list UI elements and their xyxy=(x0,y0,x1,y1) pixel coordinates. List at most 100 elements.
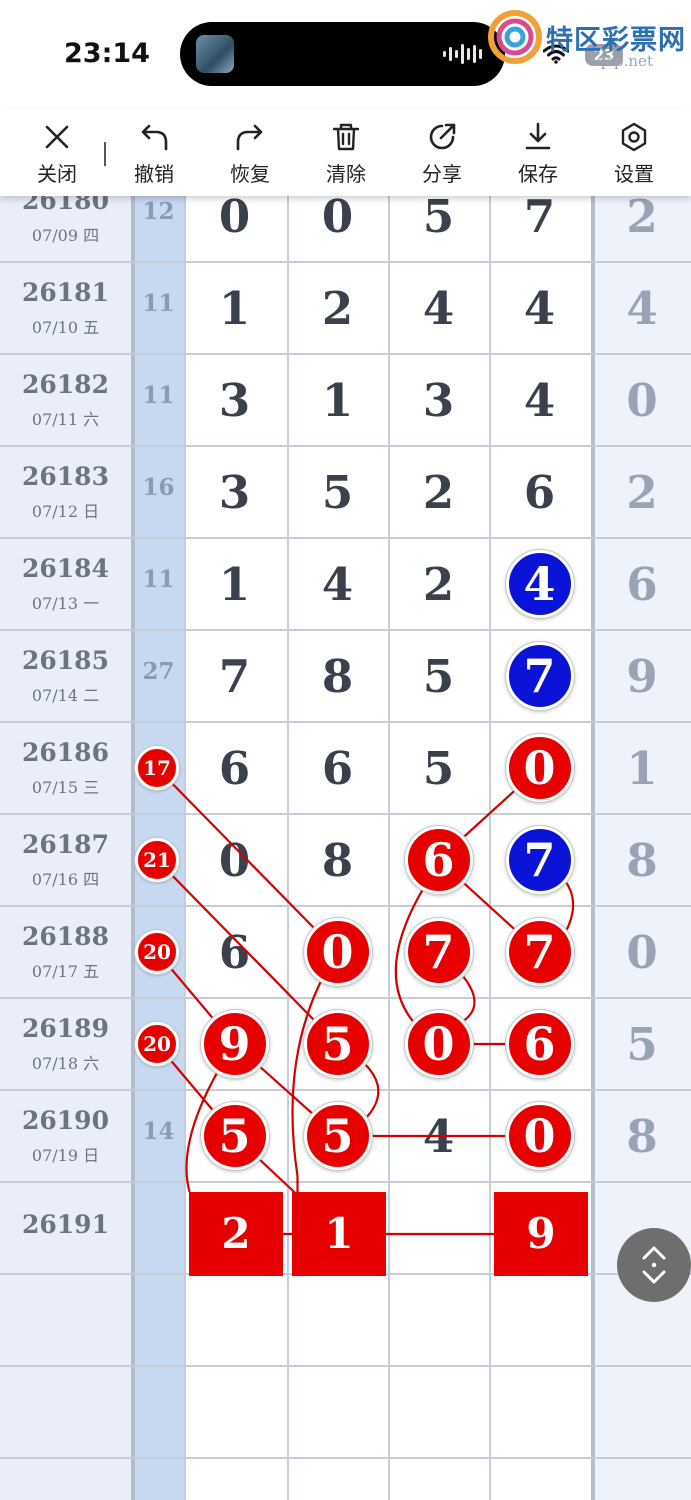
watermark-url: tqcp.net xyxy=(590,52,653,70)
issue-number: 26186 xyxy=(22,738,109,767)
digit-ball: 5 xyxy=(303,1010,372,1078)
issue-number: 26184 xyxy=(22,554,109,583)
settings-label: 设置 xyxy=(614,162,654,186)
issue-date: 07/11 六 xyxy=(31,410,100,429)
digit-cell: 8 xyxy=(321,834,354,887)
digit-cell: 2 xyxy=(321,282,354,335)
sum-value: 8 xyxy=(626,1110,658,1163)
digit-ball: 7 xyxy=(505,918,574,986)
sum-value: 9 xyxy=(626,650,658,703)
span-value: 16 xyxy=(142,474,175,501)
sum-value: 2 xyxy=(626,190,658,243)
digit-cell: 5 xyxy=(422,190,455,243)
digit-cell: 0 xyxy=(321,190,354,243)
span-ball: 17 xyxy=(135,746,179,790)
digit-cell: 4 xyxy=(321,558,354,611)
settings-button[interactable]: 设置 xyxy=(599,118,669,190)
issue-date: 07/18 六 xyxy=(31,1054,100,1073)
issue-number: 26182 xyxy=(22,370,109,399)
span-value: 11 xyxy=(142,290,175,317)
save-button[interactable]: 保存 xyxy=(503,118,573,190)
digit-cell: 1 xyxy=(218,282,251,335)
save-icon xyxy=(525,122,551,150)
digit-ball: 0 xyxy=(303,918,372,986)
toolbar-divider xyxy=(104,142,106,166)
span-value: 14 xyxy=(142,1118,175,1145)
undo-icon xyxy=(141,124,168,151)
digit-ball: 7 xyxy=(404,918,473,986)
close-icon xyxy=(45,125,69,149)
digit-ball: 7 xyxy=(505,642,574,710)
digit-cell: 5 xyxy=(321,466,354,519)
sum-value: 0 xyxy=(626,926,658,979)
issue-number: 26190 xyxy=(22,1106,109,1135)
digit-cell: 0 xyxy=(218,190,251,243)
digit-cell: 1 xyxy=(218,558,251,611)
digit-cell: 2 xyxy=(422,466,455,519)
close-label: 关闭 xyxy=(37,162,77,186)
clear-icon xyxy=(332,123,360,151)
watermark: 特区彩票网 tqcp.net xyxy=(488,8,688,70)
issue-date: 07/13 一 xyxy=(31,594,100,613)
status-time: 23:14 xyxy=(64,38,150,69)
digit-cell: 6 xyxy=(321,742,354,795)
digit-cell: 6 xyxy=(218,742,251,795)
grid-row-divider xyxy=(0,1457,691,1459)
redo-icon xyxy=(236,124,263,151)
digit-ball: 0 xyxy=(505,1102,574,1170)
issue-number: 26187 xyxy=(22,830,109,859)
undo-label: 撤销 xyxy=(134,162,174,186)
issue-date: 07/09 四 xyxy=(31,226,100,245)
digit-ball: 0 xyxy=(505,734,574,802)
grid-row-divider xyxy=(0,1365,691,1367)
span-ball: 20 xyxy=(135,930,179,974)
span-ball: 20 xyxy=(135,1022,179,1066)
digit-cell: 5 xyxy=(422,650,455,703)
clear-label: 清除 xyxy=(326,162,366,186)
share-button[interactable]: 分享 xyxy=(407,118,477,190)
undo-button[interactable]: 撤销 xyxy=(119,118,189,190)
digit-ball: 6 xyxy=(404,826,473,894)
prediction-cell: 2 xyxy=(189,1192,283,1276)
prediction-cell: 1 xyxy=(292,1192,386,1276)
share-icon xyxy=(429,123,456,150)
span-value: 11 xyxy=(142,382,175,409)
digit-ball: 0 xyxy=(404,1010,473,1078)
issue-number: 26189 xyxy=(22,1014,109,1043)
save-label: 保存 xyxy=(518,162,558,186)
clear-button[interactable]: 清除 xyxy=(311,118,381,190)
digit-cell: 7 xyxy=(523,190,556,243)
sum-value: 6 xyxy=(626,558,658,611)
sum-value: 1 xyxy=(626,742,658,795)
issue-date: 07/17 五 xyxy=(31,962,100,981)
issue-number: 26181 xyxy=(22,278,109,307)
issue-date: 07/12 日 xyxy=(31,502,100,521)
status-bar: 23:14 23 特区彩票网 tqcp.net xyxy=(0,0,691,110)
issue-number: 26183 xyxy=(22,462,109,491)
digit-cell: 0 xyxy=(218,834,251,887)
sum-value: 2 xyxy=(626,466,658,519)
close-button[interactable]: 关闭 xyxy=(22,118,92,190)
sum-value: 4 xyxy=(626,282,658,335)
digit-cell: 4 xyxy=(422,282,455,335)
redo-button[interactable]: 恢复 xyxy=(215,118,285,190)
digit-cell: 8 xyxy=(321,650,354,703)
issue-number: 26188 xyxy=(22,922,109,951)
audio-wave-icon xyxy=(443,44,482,64)
trend-grid: 26180 07/09 四 12 0 0 5 7 2 26181 07/10 五 11 1 2 4 4 4 26… xyxy=(0,0,691,1500)
issue-date: 07/16 四 xyxy=(31,870,100,889)
digit-cell: 2 xyxy=(422,558,455,611)
dynamic-island[interactable] xyxy=(180,22,505,86)
settings-icon xyxy=(621,122,647,152)
digit-ball: 5 xyxy=(303,1102,372,1170)
share-label: 分享 xyxy=(422,162,462,186)
prediction-cell: 9 xyxy=(494,1192,588,1276)
digit-cell: 6 xyxy=(523,466,556,519)
digit-cell: 3 xyxy=(218,374,251,427)
scroll-toggle-button[interactable] xyxy=(617,1228,691,1302)
issue-date: 07/14 二 xyxy=(31,686,100,705)
digit-ball: 4 xyxy=(505,550,574,618)
sum-value: 0 xyxy=(626,374,658,427)
issue-date: 07/15 三 xyxy=(31,778,100,797)
digit-ball: 6 xyxy=(505,1010,574,1078)
